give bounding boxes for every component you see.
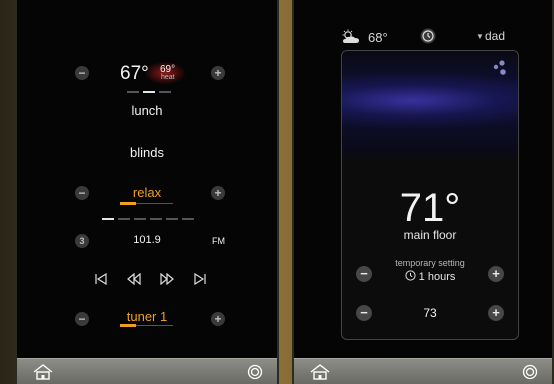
scene-button-lunch[interactable]: lunch — [17, 103, 277, 118]
thermostat-display: 71° main floor temporary setting 1 hours… — [341, 50, 519, 340]
radio-band: FM — [212, 236, 225, 246]
power-icon[interactable] — [522, 364, 538, 380]
left-touch-panel: − 67° 69° heat + lunch blinds − relax + … — [15, 0, 279, 384]
radio-frequency: 101.9 — [133, 234, 161, 246]
station-indicator — [118, 218, 130, 220]
station-indicator-active — [102, 218, 114, 220]
page-indicator-dot-active — [143, 91, 155, 93]
shades-button-blinds[interactable]: blinds — [17, 145, 277, 160]
station-indicator — [166, 218, 178, 220]
station-indicator — [182, 218, 194, 220]
home-icon[interactable] — [310, 364, 330, 380]
indoor-temperature: 71° — [399, 186, 461, 230]
hvac-mode: heat — [161, 74, 175, 81]
station-indicator — [150, 218, 162, 220]
volume-plus-button[interactable]: + — [211, 186, 225, 200]
home-icon[interactable] — [33, 364, 53, 380]
rewind-icon[interactable] — [127, 273, 141, 285]
bottom-nav-bar — [294, 358, 552, 384]
hold-duration: 1 hours — [418, 271, 456, 283]
bottom-nav-bar — [17, 358, 277, 384]
clock-icon — [405, 270, 416, 281]
zone-name: main floor — [403, 228, 457, 242]
page-indicator-dot — [127, 91, 139, 93]
zone-plus-button[interactable]: + — [211, 312, 225, 326]
station-indicator — [134, 218, 146, 220]
duration-minus-button[interactable]: − — [356, 266, 372, 282]
music-source-label[interactable]: relax — [17, 185, 277, 200]
more-options-icon[interactable] — [492, 59, 510, 77]
power-icon[interactable] — [247, 364, 263, 380]
thermostat-minus-button[interactable]: − — [75, 66, 89, 80]
duration-plus-button[interactable]: + — [488, 266, 504, 282]
partly-cloudy-icon — [342, 29, 359, 43]
current-temperature: 67° — [120, 63, 149, 84]
outdoor-temperature: 68° — [368, 30, 388, 45]
user-selector[interactable]: dad — [485, 29, 505, 43]
clock-icon[interactable] — [420, 28, 436, 44]
volume-level-bar — [120, 202, 136, 205]
skip-previous-icon[interactable] — [94, 273, 108, 285]
thermostat-plus-button[interactable]: + — [211, 66, 225, 80]
setpoint-plus-button[interactable]: + — [488, 305, 504, 321]
skip-next-icon[interactable] — [193, 273, 207, 285]
chevron-down-icon[interactable]: ▼ — [476, 32, 484, 41]
zone-source-label[interactable]: tuner 1 — [17, 309, 277, 324]
page-indicator-dot — [159, 91, 171, 93]
fast-forward-icon[interactable] — [160, 273, 174, 285]
right-touch-panel: 68° ▼ dad 71° main floor temporary setti… — [292, 0, 554, 384]
zone-volume-bar — [120, 324, 136, 327]
